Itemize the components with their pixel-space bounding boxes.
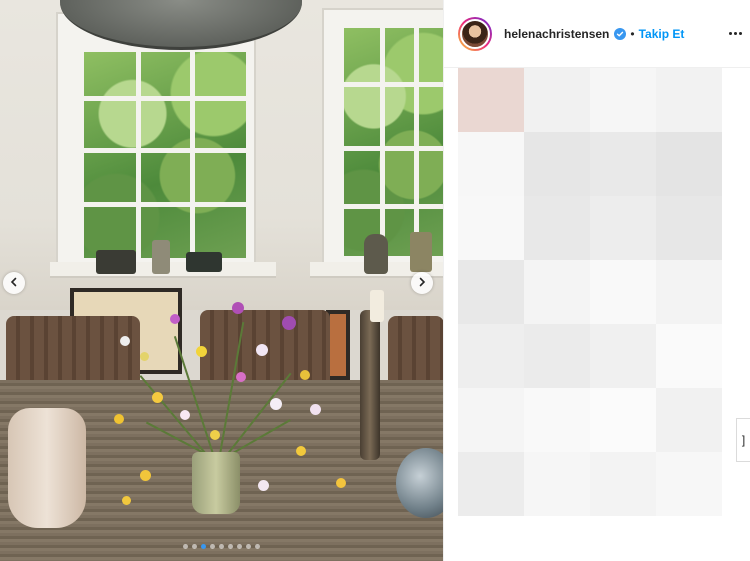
carousel-dot: [255, 544, 260, 549]
photo-candlestick: [360, 310, 380, 460]
photo-flower: [232, 302, 244, 314]
photo-chair-left: [6, 316, 140, 386]
pixel-block: [458, 196, 524, 260]
pixel-block: [458, 260, 524, 324]
pixel-block: [656, 452, 722, 516]
carousel-dot: [228, 544, 233, 549]
pixel-block: [590, 132, 656, 196]
photo-vessel: [364, 234, 388, 274]
photo-candle: [370, 290, 384, 322]
carousel-dot: [237, 544, 242, 549]
pixel-block: [656, 132, 722, 196]
carousel-dot: [183, 544, 188, 549]
pixel-block: [656, 388, 722, 452]
pixel-block: [458, 68, 524, 132]
photo-jar-right: [410, 232, 432, 272]
photo-window-left: [84, 52, 246, 258]
pixel-block: [590, 452, 656, 516]
carousel-prev-button[interactable]: [3, 272, 25, 294]
pixel-block: [458, 452, 524, 516]
username-link[interactable]: helenachristensen: [504, 27, 609, 41]
carousel-dot: [246, 544, 251, 549]
pixel-block: [458, 388, 524, 452]
pixel-block: [656, 196, 722, 260]
comments-pixelated: [458, 68, 738, 561]
pixel-block: [524, 324, 590, 388]
scroll-handle[interactable]: ]: [736, 418, 750, 462]
pixel-block: [656, 68, 722, 132]
photo-box: [96, 250, 136, 274]
pixel-block: [524, 260, 590, 324]
pixel-block: [656, 260, 722, 324]
photo-jar: [152, 240, 170, 274]
more-options-icon[interactable]: [727, 25, 743, 41]
photo-vase: [192, 452, 240, 514]
avatar[interactable]: [458, 16, 492, 51]
chevron-left-icon: [9, 274, 19, 292]
pixel-block: [590, 388, 656, 452]
pixel-block: [656, 324, 722, 388]
post-panel: helenachristensen • Takip Et ]: [443, 0, 750, 561]
pixel-block: [458, 324, 524, 388]
pixel-block: [524, 68, 590, 132]
pixel-block: [524, 196, 590, 260]
carousel-dot: [219, 544, 224, 549]
pixel-block: [524, 132, 590, 196]
post-header: helenachristensen • Takip Et: [444, 0, 750, 68]
pixel-block: [524, 452, 590, 516]
pixel-block: [590, 196, 656, 260]
header-separator: •: [630, 26, 635, 41]
pixel-block: [524, 388, 590, 452]
photo-chair-right: [388, 316, 443, 386]
photo-box-small: [186, 252, 222, 272]
pixel-block: [590, 260, 656, 324]
pixel-block: [590, 68, 656, 132]
photo-pitcher: [8, 408, 86, 528]
verified-badge-icon: [614, 27, 627, 40]
post-media[interactable]: [0, 0, 443, 561]
pixel-block: [590, 324, 656, 388]
photo-window-right: [344, 28, 443, 256]
pixel-block: [458, 132, 524, 196]
follow-button[interactable]: Takip Et: [639, 27, 685, 41]
carousel-dot: [210, 544, 215, 549]
carousel-next-button[interactable]: [411, 272, 433, 294]
chevron-right-icon: [417, 274, 427, 292]
carousel-dot: [192, 544, 197, 549]
carousel-indicator: [0, 544, 443, 549]
carousel-dot: [201, 544, 206, 549]
